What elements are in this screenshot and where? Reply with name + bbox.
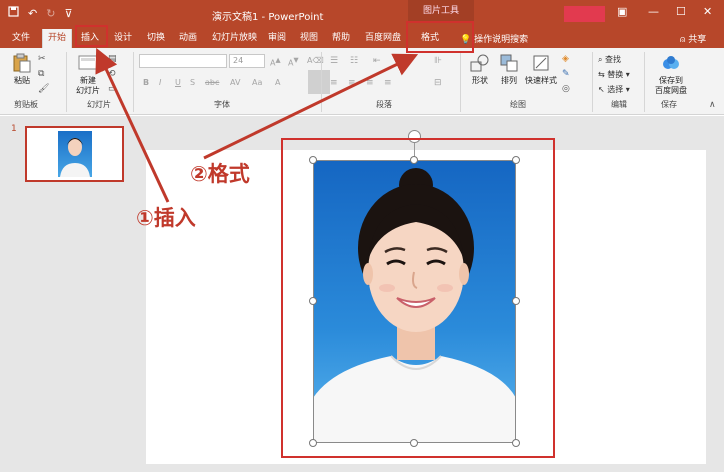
annotation-arrows [95, 47, 419, 203]
annotation-step1: ①插入 [136, 206, 196, 230]
arrow-to-format [203, 53, 419, 160]
annotation-step2: ②格式 [190, 162, 250, 186]
arrow-to-insert [95, 47, 170, 203]
